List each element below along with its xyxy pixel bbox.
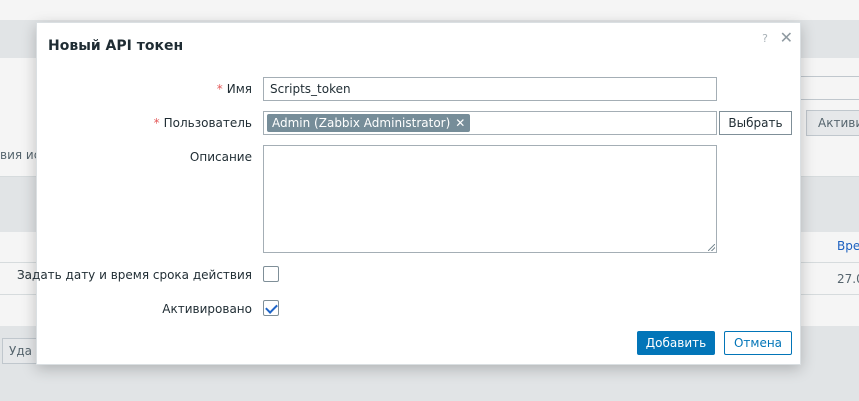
- enabled-checkbox[interactable]: [263, 300, 279, 316]
- required-mark: *: [216, 82, 223, 96]
- enabled-label: Активировано: [162, 302, 252, 316]
- close-icon[interactable]: ✕: [780, 28, 793, 47]
- remove-tag-icon[interactable]: ✕: [455, 116, 465, 130]
- user-tag: Admin (Zabbix Administrator) ✕: [267, 114, 471, 132]
- user-tag-label: Admin (Zabbix Administrator): [272, 116, 451, 130]
- select-user-button[interactable]: Выбрать: [719, 111, 792, 135]
- user-multiselect[interactable]: Admin (Zabbix Administrator) ✕: [263, 111, 717, 135]
- cancel-button[interactable]: Отмена: [724, 331, 792, 355]
- expiry-label: Задать дату и время срока действия: [16, 268, 252, 282]
- new-api-token-dialog: Новый API токен ? ✕ *Имя *Пользователь A…: [17, 22, 801, 365]
- required-mark: *: [153, 116, 160, 130]
- expiry-checkbox[interactable]: [263, 266, 279, 282]
- description-textarea[interactable]: [263, 145, 717, 253]
- help-icon[interactable]: ?: [762, 32, 768, 45]
- dialog-title: Новый API токен: [48, 38, 184, 54]
- name-input[interactable]: [263, 77, 717, 101]
- resize-grip-icon[interactable]: [708, 244, 715, 251]
- name-label: * Имя: [216, 82, 252, 96]
- user-label: * Пользователь: [153, 116, 252, 130]
- add-button[interactable]: Добавить: [637, 331, 715, 355]
- description-label: Описание: [189, 150, 252, 164]
